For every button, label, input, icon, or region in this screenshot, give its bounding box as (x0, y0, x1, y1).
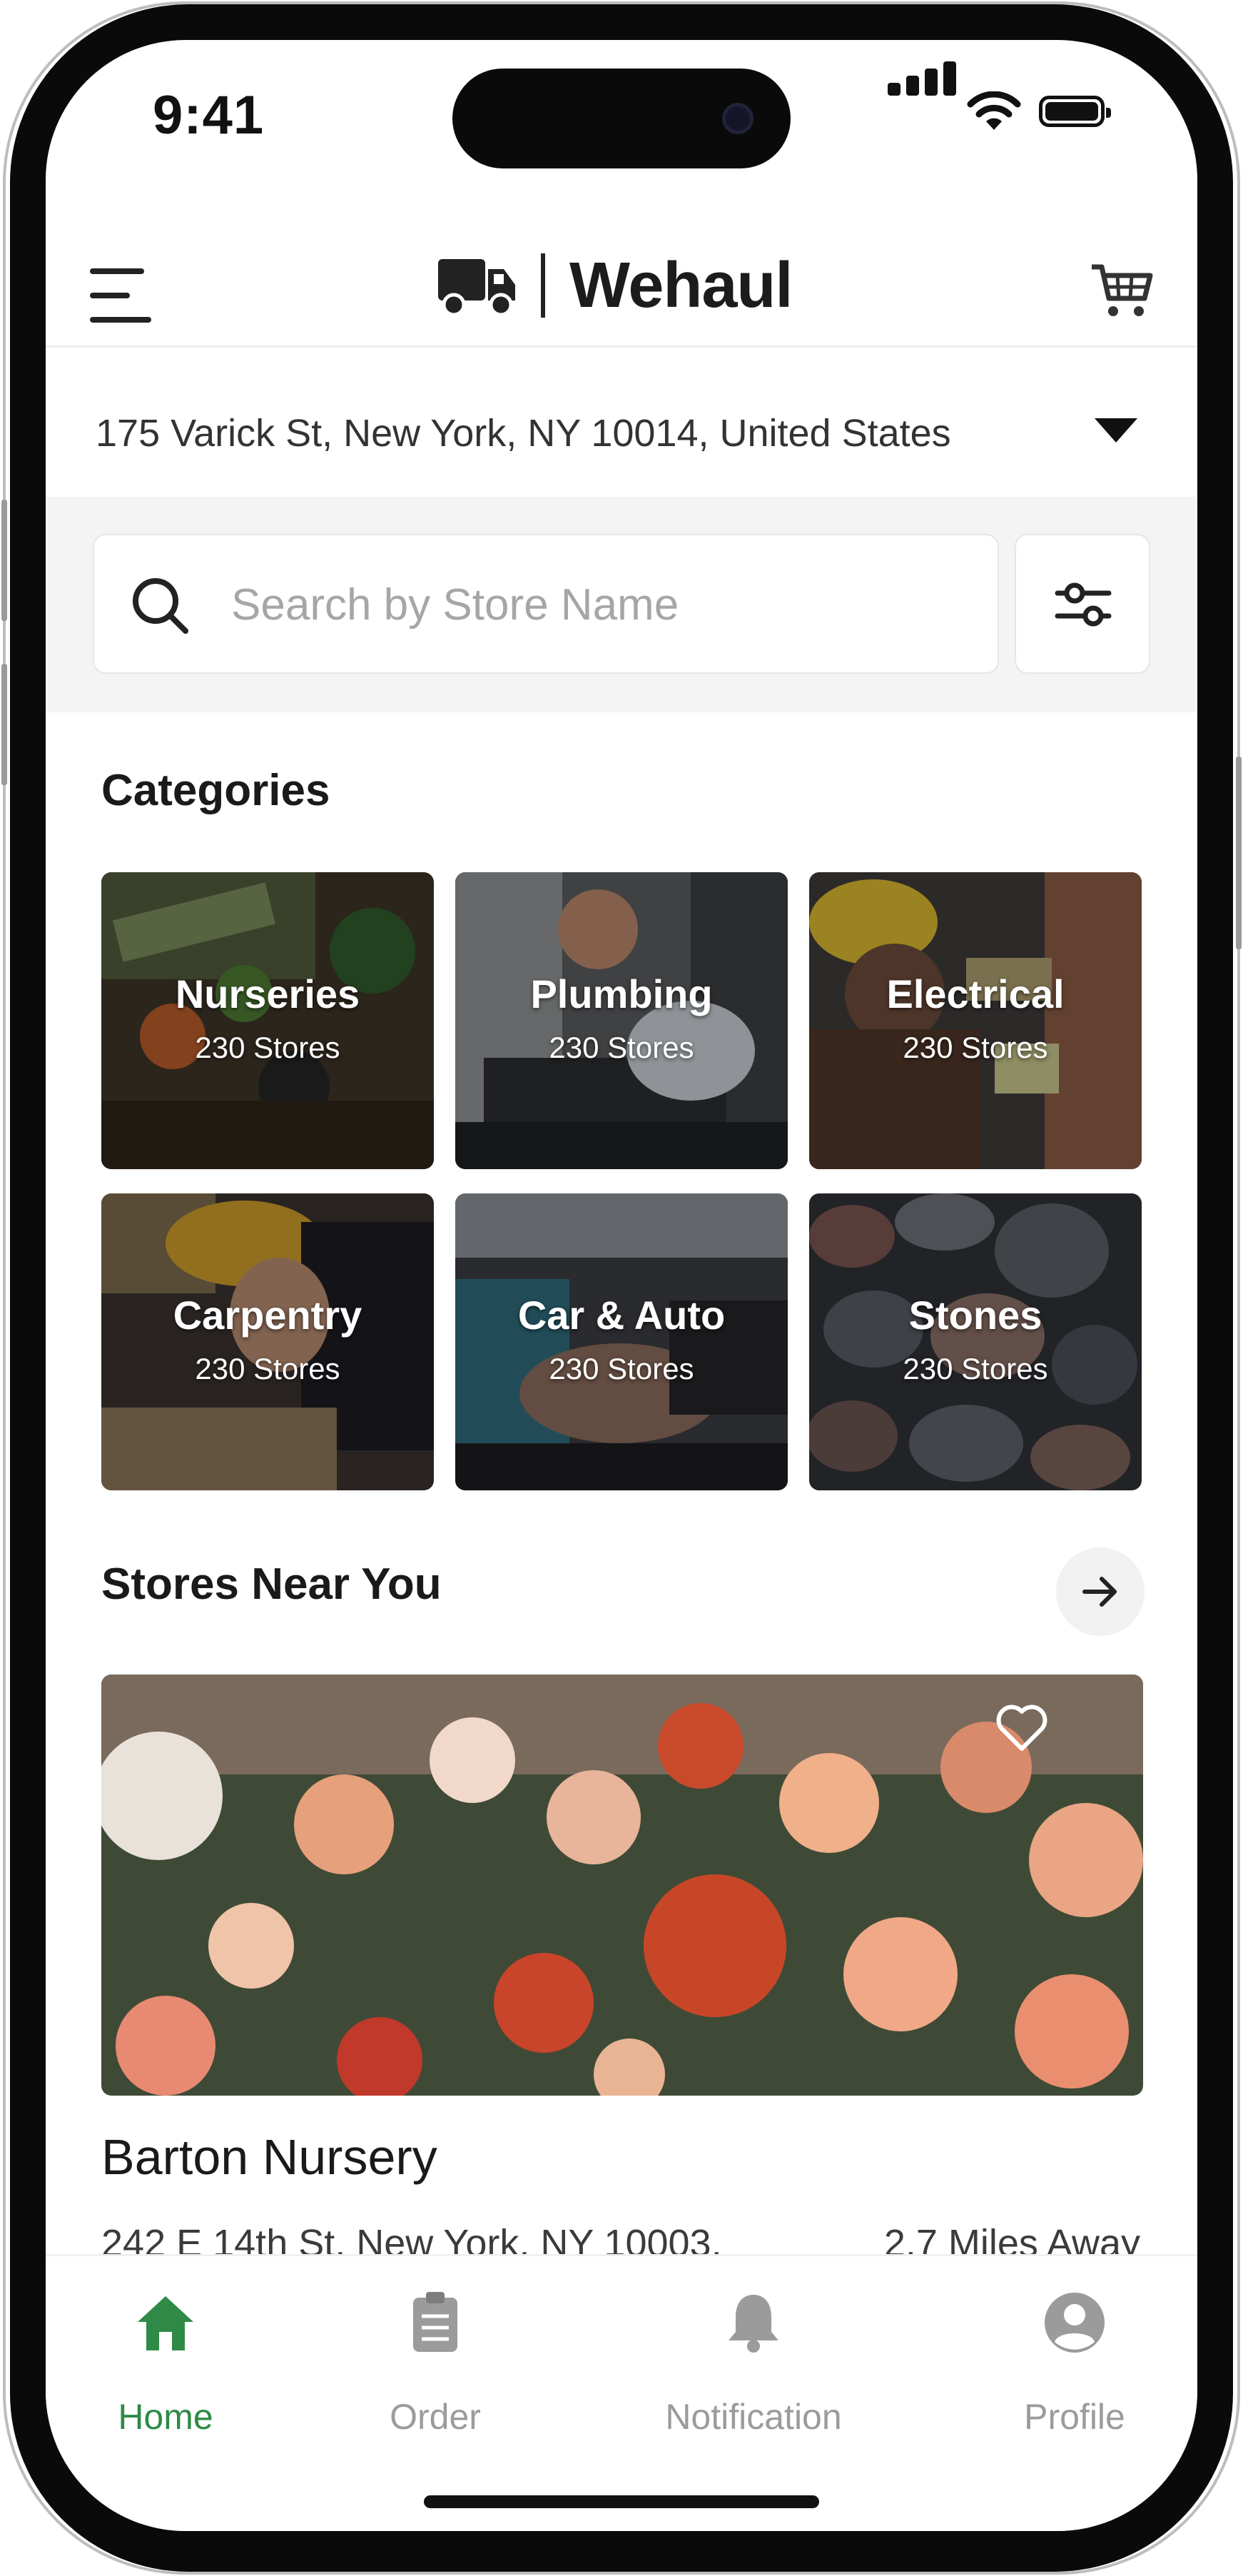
category-name: Plumbing (530, 971, 713, 1016)
filter-button[interactable] (1015, 534, 1150, 674)
bell-icon (729, 2295, 778, 2353)
camera-icon (722, 103, 754, 134)
truck-icon (438, 259, 515, 316)
nav-label: Home (118, 2397, 213, 2437)
category-card-plumbing[interactable]: Plumbing 230 Stores (455, 872, 788, 1169)
nav-label: Notification (665, 2397, 842, 2437)
battery-icon (1039, 96, 1111, 127)
home-icon (138, 2296, 193, 2350)
nav-item-profile[interactable]: Profile (946, 2256, 1197, 2470)
category-store-count: 230 Stores (549, 1031, 694, 1064)
chevron-down-icon[interactable] (1095, 418, 1137, 443)
category-card-nurseries[interactable]: Nurseries 230 Stores (101, 872, 434, 1169)
see-all-stores-button[interactable] (1056, 1547, 1145, 1636)
status-time: 9:41 (153, 85, 265, 146)
wifi-icon (967, 91, 1021, 130)
brand-name: Wehaul (569, 249, 793, 321)
category-card-stones[interactable]: Stones 230 Stores (809, 1193, 1142, 1490)
category-name: Nurseries (175, 971, 360, 1016)
category-card-car-and-auto[interactable]: Car & Auto 230 Stores (455, 1193, 788, 1490)
nav-item-notification[interactable]: Notification (625, 2256, 882, 2470)
power-button (1236, 757, 1242, 949)
category-name: Electrical (886, 971, 1065, 1016)
category-store-count: 230 Stores (195, 1031, 340, 1064)
arrow-right-icon (1082, 1577, 1117, 1607)
category-name: Carpentry (173, 1293, 362, 1338)
delivery-address[interactable]: 175 Varick St, New York, NY 10014, Unite… (96, 411, 951, 455)
app-screen: 9:41 Wehaul 175 Varick St, New York, NY … (46, 40, 1197, 2531)
volume-down-button (1, 664, 7, 785)
nav-item-home[interactable]: Home (46, 2256, 294, 2470)
category-card-electrical[interactable]: Electrical 230 Stores (809, 872, 1142, 1169)
category-store-count: 230 Stores (195, 1352, 340, 1385)
categories-title: Categories (101, 766, 330, 815)
nav-item-order[interactable]: Order (307, 2256, 564, 2470)
category-name: Stones (908, 1293, 1042, 1338)
category-store-count: 230 Stores (903, 1031, 1048, 1064)
store-card-image[interactable] (101, 1675, 1143, 2096)
brand-logo: Wehaul (438, 249, 793, 321)
menu-icon[interactable] (90, 268, 154, 325)
status-bar: 9:41 (46, 40, 1197, 211)
cart-icon[interactable] (1089, 258, 1153, 323)
app-header: Wehaul (46, 211, 1197, 347)
category-card-carpentry[interactable]: Carpentry 230 Stores (101, 1193, 434, 1490)
favorite-heart-icon[interactable] (992, 1697, 1052, 1757)
header-divider (46, 345, 1197, 348)
store-name[interactable]: Barton Nursery (101, 2128, 437, 2186)
category-store-count: 230 Stores (903, 1352, 1048, 1385)
bottom-nav-bar: Home Order Notification Profile (46, 2254, 1197, 2531)
search-icon (133, 578, 188, 634)
volume-up-button (1, 500, 7, 621)
profile-avatar-icon (1045, 2293, 1105, 2353)
nav-label: Profile (1024, 2397, 1125, 2437)
nav-label: Order (390, 2397, 481, 2437)
clipboard-icon (413, 2292, 457, 2352)
sliders-icon (1055, 582, 1112, 627)
category-name: Car & Auto (517, 1293, 726, 1338)
search-input[interactable] (230, 535, 975, 674)
home-indicator[interactable] (424, 2495, 819, 2508)
search-bar[interactable] (93, 534, 999, 674)
category-store-count: 230 Stores (549, 1352, 694, 1385)
stores-near-you-title: Stores Near You (101, 1560, 442, 1609)
flower-field-image (101, 1675, 1143, 2096)
